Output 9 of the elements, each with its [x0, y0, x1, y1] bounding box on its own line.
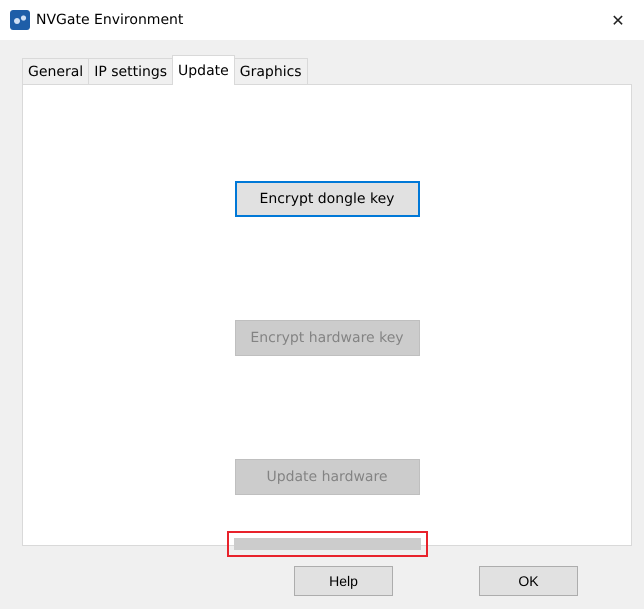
tab[interactable]: Graphics — [234, 58, 308, 84]
close-button[interactable]: ✕ — [598, 10, 638, 30]
tab[interactable]: Update — [172, 55, 235, 85]
window-title: NVGate Environment — [36, 12, 184, 28]
dialog-button[interactable]: Help — [294, 566, 393, 596]
app-icon — [10, 10, 30, 30]
dialog-button[interactable]: OK — [479, 566, 578, 596]
action-button[interactable]: Encrypt dongle key — [234, 181, 420, 217]
tab[interactable]: General — [22, 58, 90, 84]
